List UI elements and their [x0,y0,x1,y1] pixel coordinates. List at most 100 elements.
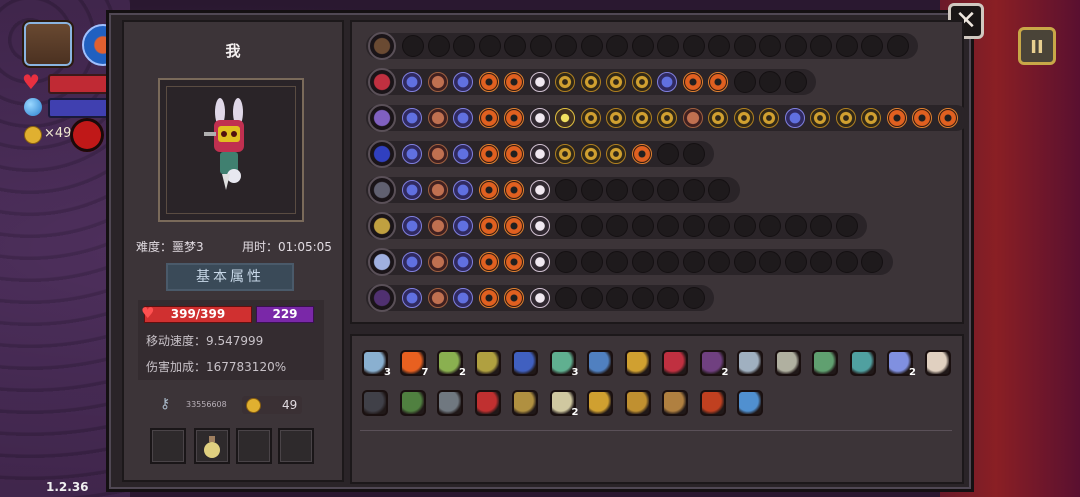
crystal-wand-icon[interactable] [368,248,396,276]
empty-rune-slot[interactable] [580,287,603,309]
empty-rune-slot[interactable] [861,35,883,57]
tri-rune-icon[interactable] [478,72,499,92]
empty-rune-slot[interactable] [580,251,603,273]
empty-rune-slot[interactable] [631,179,654,201]
empty-rune-slot[interactable] [555,35,577,57]
blue-orb-icon[interactable] [368,140,396,168]
empty-rune-slot[interactable] [810,35,832,57]
empty-rune-slot[interactable] [504,35,526,57]
dark-staff-icon[interactable] [368,284,396,312]
empty-rune-slot[interactable] [682,251,705,273]
tri-rune-icon[interactable] [682,72,703,92]
blue-lamp-icon[interactable] [587,350,613,376]
empty-rune-slot[interactable] [835,251,858,273]
gem-rune-icon[interactable] [453,144,473,164]
seed-rune-icon[interactable] [427,108,448,128]
inventory-slot-2[interactable] [194,428,230,464]
empty-rune-slot[interactable] [555,287,577,309]
tri-rune-icon[interactable] [504,72,524,92]
empty-rune-slot[interactable] [453,35,475,57]
skull-rune-icon[interactable] [529,72,550,92]
tri-rune-icon[interactable] [478,216,499,236]
gem-rune-icon[interactable] [453,288,473,308]
demon-mask-icon[interactable] [474,390,501,416]
scroll-icon[interactable] [624,350,651,376]
empty-rune-slot[interactable] [606,215,628,237]
wave-rune-icon[interactable] [861,108,881,128]
empty-rune-slot[interactable] [835,35,858,57]
tri-rune-icon[interactable] [504,108,524,128]
empty-rune-slot[interactable] [631,215,654,237]
red-bird-icon[interactable] [699,390,726,416]
vine-icon[interactable] [474,350,501,376]
star-staff-icon[interactable] [368,212,396,240]
wave-rune-icon[interactable] [708,108,728,128]
empty-rune-slot[interactable] [784,215,807,237]
tri-rune-icon[interactable] [937,108,958,128]
chest-icon[interactable] [22,20,74,68]
gem-rune-icon[interactable] [453,216,473,236]
wave-rune-icon[interactable] [631,108,652,128]
gray-gem-icon[interactable] [437,390,463,416]
chest-icon[interactable] [368,32,396,60]
antler-icon[interactable] [512,390,538,416]
empty-rune-slot[interactable] [835,215,858,237]
empty-rune-slot[interactable] [810,215,832,237]
magnifier-icon[interactable] [774,350,801,376]
seed-rune-icon[interactable] [427,144,448,164]
wave-rune-icon[interactable] [606,72,626,92]
wand-icon[interactable] [368,176,396,204]
wave-rune-icon[interactable] [759,108,779,128]
tri-rune-icon[interactable] [886,108,907,128]
tri-rune-icon[interactable] [504,180,524,200]
blue-lens-icon[interactable] [737,390,763,416]
gem-rune-icon[interactable] [402,108,422,128]
empty-rune-slot[interactable] [759,215,781,237]
empty-rune-slot[interactable] [555,215,577,237]
spark-rune-icon[interactable] [555,108,575,128]
empty-rune-slot[interactable] [606,251,628,273]
tri-rune-icon[interactable] [478,144,499,164]
dark-cloak-icon[interactable] [362,390,388,416]
gem-rune-icon[interactable] [402,180,422,200]
skull-rune-icon[interactable] [529,216,550,236]
empty-rune-slot[interactable] [733,215,756,237]
empty-rune-slot[interactable] [682,287,705,309]
tri-rune-icon[interactable] [504,288,524,308]
seed-rune-icon[interactable] [427,180,448,200]
empty-rune-slot[interactable] [861,251,883,273]
empty-rune-slot[interactable] [784,251,807,273]
empty-rune-slot[interactable] [810,251,832,273]
empty-rune-slot[interactable] [708,35,730,57]
empty-rune-slot[interactable] [708,251,730,273]
empty-rune-slot[interactable] [733,251,756,273]
empty-rune-slot[interactable] [708,179,730,201]
wave-rune-icon[interactable] [580,108,601,128]
gem-rune-icon[interactable] [402,216,422,236]
gem-rune-icon[interactable] [453,72,473,92]
gem-rune-icon[interactable] [453,180,473,200]
wave-rune-icon[interactable] [733,108,754,128]
empty-rune-slot[interactable] [657,287,679,309]
wave-rune-icon[interactable] [555,144,575,164]
tri-rune-icon[interactable] [478,288,499,308]
tri-rune-icon[interactable] [478,180,499,200]
wave-rune-icon[interactable] [657,108,677,128]
green-ufo-icon[interactable] [812,350,838,376]
wave-rune-icon[interactable] [555,72,575,92]
wave-rune-icon[interactable] [580,72,601,92]
empty-rune-slot[interactable] [657,251,679,273]
seed-rune-icon[interactable] [427,288,448,308]
red-feather-icon[interactable] [662,350,688,376]
empty-rune-slot[interactable] [606,287,628,309]
green-boot-icon[interactable] [399,390,426,416]
empty-rune-slot[interactable] [555,251,577,273]
tri-rune-icon[interactable] [912,108,932,128]
wave-rune-icon[interactable] [580,144,601,164]
empty-rune-slot[interactable] [580,179,603,201]
skull-rune-icon[interactable] [529,108,550,128]
empty-rune-slot[interactable] [682,143,705,165]
empty-rune-slot[interactable] [759,251,781,273]
gem-rune-icon[interactable] [657,72,677,92]
wave-rune-icon[interactable] [606,144,626,164]
